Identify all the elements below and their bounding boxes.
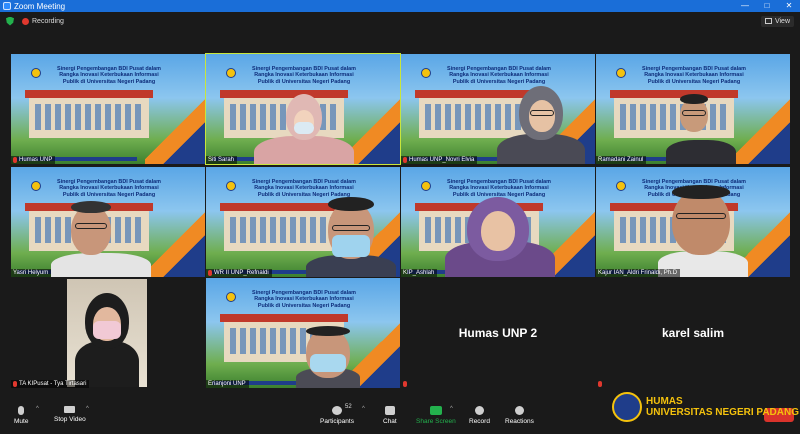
view-button[interactable]: View (760, 15, 794, 27)
unp-logo-icon (612, 392, 642, 422)
record-button[interactable]: Record (469, 406, 490, 425)
close-button[interactable]: ✕ (778, 0, 800, 12)
participant-tile[interactable]: Sinergi Pengembangan BDI Pusat dalam Ran… (596, 167, 790, 277)
muted-mic-icon (13, 157, 17, 163)
window-titlebar: Zoom Meeting — □ ✕ (0, 0, 800, 12)
muted-mic-icon (403, 381, 407, 387)
mute-options-chevron-icon[interactable]: ^ (36, 406, 39, 412)
view-label: View (774, 17, 790, 25)
participant-tile[interactable]: Sinergi Pengembangan BDI Pusat dalam Ran… (401, 167, 595, 277)
participant-name-tag: Humas UNP_Novri Elvia (401, 156, 478, 164)
share-options-chevron-icon[interactable]: ^ (450, 406, 453, 412)
window-controls: — □ ✕ (734, 0, 800, 12)
participant-name-tag: KIP_Ashlah (401, 269, 438, 277)
participant-name-tag (401, 380, 410, 388)
muted-mic-icon (13, 381, 17, 387)
participant-name-tag: Kajur IAN_Aldri Frinaldi, Ph.D (596, 269, 681, 277)
share-screen-icon (429, 406, 442, 415)
participant-name-tag: Ramadani Zainul (596, 156, 647, 164)
microphone-icon (18, 406, 25, 415)
maximize-button[interactable]: □ (756, 0, 778, 12)
encryption-shield-icon[interactable] (6, 16, 14, 26)
participant-name-tag: WR II UNP_Refnaldi (206, 269, 272, 277)
participant-name-tag: Erianjoni UNP (206, 380, 249, 388)
smiley-reactions-icon (514, 406, 524, 415)
muted-mic-icon (208, 270, 212, 276)
participants-count: 52 (345, 404, 352, 410)
reactions-button[interactable]: Reactions (505, 406, 534, 425)
participant-display-name: Humas UNP 2 (458, 326, 538, 340)
minimize-button[interactable]: — (734, 0, 756, 12)
recording-icon (22, 17, 29, 25)
watermark-text: HUMAS UNIVERSITAS NEGERI PADANG (646, 396, 799, 418)
video-options-chevron-icon[interactable]: ^ (86, 406, 89, 412)
participants-icon (331, 406, 342, 415)
mute-button[interactable]: Mute (14, 406, 28, 425)
muted-mic-icon (403, 157, 407, 163)
participant-name-tag: Yasri Helyum (11, 269, 52, 277)
participant-tile[interactable]: Sinergi Pengembangan BDI Pusat dalam Ran… (206, 278, 400, 388)
participant-tile[interactable]: Sinergi Pengembangan BDI Pusat dalam Ran… (11, 54, 205, 164)
participant-name-tag (596, 380, 605, 388)
participant-tile[interactable]: Sinergi Pengembangan BDI Pusat dalam Ran… (206, 167, 400, 277)
participant-photo (67, 279, 147, 387)
participant-name-tag: Siti Sarah (206, 156, 238, 164)
grid-view-icon (764, 18, 772, 24)
zoom-app-icon (3, 2, 11, 10)
participant-name-tag: Humas UNP (11, 156, 56, 164)
meeting-topbar: Recording View (0, 12, 800, 30)
recording-label: Recording (32, 17, 64, 25)
watermark-line1: HUMAS (646, 396, 683, 407)
participant-tile[interactable]: TA KIPusat - Tya Tirtasari (11, 278, 205, 388)
chat-button[interactable]: Chat (383, 406, 397, 425)
participant-tile[interactable]: Humas UNP 2 (401, 278, 595, 388)
record-icon (474, 406, 484, 415)
participant-tile[interactable]: karel salim (596, 278, 790, 388)
watermark-line2: UNIVERSITAS NEGERI PADANG (646, 407, 799, 418)
participant-tile-active-speaker[interactable]: Sinergi Pengembangan BDI Pusat dalam Ran… (205, 53, 401, 165)
participant-display-name: karel salim (661, 326, 725, 340)
participant-name-tag: TA KIPusat - Tya Tirtasari (11, 380, 90, 388)
stop-video-button[interactable]: Stop Video (54, 406, 86, 423)
participant-tile[interactable]: Sinergi Pengembangan BDI Pusat dalam Ran… (596, 54, 790, 164)
video-camera-icon (64, 406, 76, 413)
muted-mic-icon (598, 381, 602, 387)
chat-icon (384, 406, 395, 415)
participant-tile[interactable]: Sinergi Pengembangan BDI Pusat dalam Ran… (401, 54, 595, 164)
window-title: Zoom Meeting (14, 1, 66, 11)
participant-tile[interactable]: Sinergi Pengembangan BDI Pusat dalam Ran… (11, 167, 205, 277)
humas-unp-watermark: HUMAS UNIVERSITAS NEGERI PADANG (612, 387, 800, 427)
participants-options-chevron-icon[interactable]: ^ (362, 406, 365, 412)
